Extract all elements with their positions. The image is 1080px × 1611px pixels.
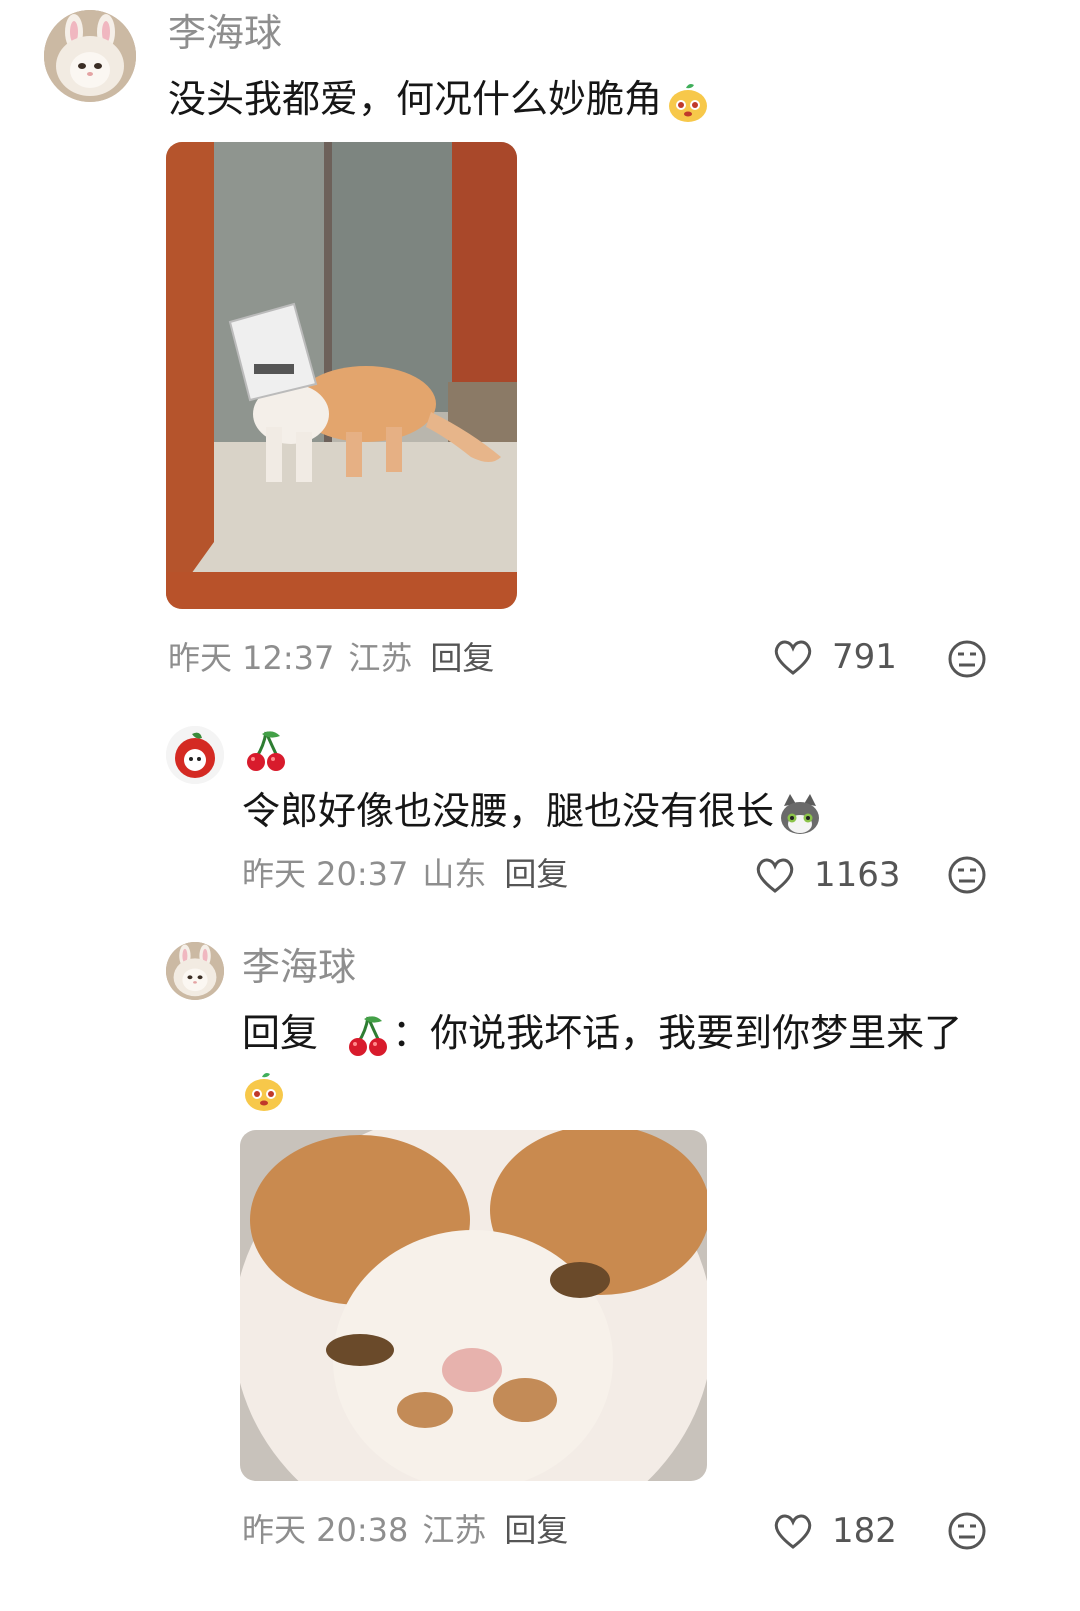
cat-photo[interactable] [240, 1130, 707, 1481]
avatar[interactable] [166, 726, 224, 784]
comment-text: 没头我都爱，何况什么妙脆角 [168, 72, 710, 127]
reply-button[interactable]: 回复 [504, 1514, 568, 1546]
orange-mascot-emoji-icon [669, 83, 708, 122]
cat-with-bag-image [166, 142, 517, 609]
comment-time: 昨天 12:37 [168, 639, 335, 677]
reply-button[interactable]: 回复 [504, 858, 568, 890]
comment-meta: 昨天 20:37 山东 回复 [242, 858, 568, 890]
avatar[interactable] [166, 942, 224, 1000]
avatar[interactable] [44, 10, 136, 102]
comment-time: 昨天 20:37 [242, 855, 409, 893]
like-button[interactable]: 182 [772, 1512, 897, 1550]
gray-cat-emoji-icon [781, 793, 820, 834]
reply-button[interactable]: 回复 [430, 642, 494, 674]
comment-location: 江苏 [422, 1511, 487, 1549]
comment-location: 山东 [422, 855, 487, 893]
comment-meta: 昨天 20:38 江苏 回复 [242, 1514, 568, 1546]
comment-location: 江苏 [348, 639, 413, 677]
username[interactable]: 李海球 [242, 948, 356, 986]
comment-text: 回复 ：你说我坏话，我要到你梦里来了 [242, 1006, 1022, 1116]
like-button[interactable]: 791 [772, 638, 897, 676]
orange-mascot-emoji-icon [245, 1072, 283, 1111]
comment-body: 你说我坏话，我要到你梦里来了 [430, 1011, 963, 1055]
like-count: 1163 [814, 855, 901, 895]
cherry-emoji-icon [247, 731, 285, 771]
username[interactable]: 李海球 [168, 14, 282, 52]
like-button[interactable]: 1163 [754, 856, 901, 894]
cherry-emoji-icon[interactable] [348, 1013, 388, 1059]
heart-icon [774, 1514, 812, 1549]
heart-icon [774, 640, 812, 675]
cat-avatar-icon [44, 10, 136, 102]
dislike-face-icon[interactable] [947, 1511, 987, 1551]
reply-prefix: 回复 [242, 1011, 319, 1055]
heart-icon [756, 858, 794, 893]
comment-time: 昨天 20:38 [242, 1511, 409, 1549]
like-count: 182 [832, 1511, 897, 1551]
red-mascot-avatar-icon [166, 726, 224, 784]
comment-body: 令郎好像也没腰，腿也没有很长 [242, 789, 775, 833]
reply-separator: ： [392, 1011, 431, 1055]
comment-meta: 昨天 12:37 江苏 回复 [168, 642, 494, 674]
dislike-face-icon[interactable] [947, 855, 987, 895]
dislike-face-icon[interactable] [947, 639, 987, 679]
like-count: 791 [832, 637, 897, 677]
cat-photo[interactable] [166, 142, 517, 609]
cat-closeup-image [240, 1130, 707, 1481]
comment-text: 令郎好像也没腰，腿也没有很长 [242, 784, 822, 839]
comment-body: 没头我都爱，何况什么妙脆角 [168, 77, 663, 121]
cat-avatar-icon [166, 942, 224, 1000]
